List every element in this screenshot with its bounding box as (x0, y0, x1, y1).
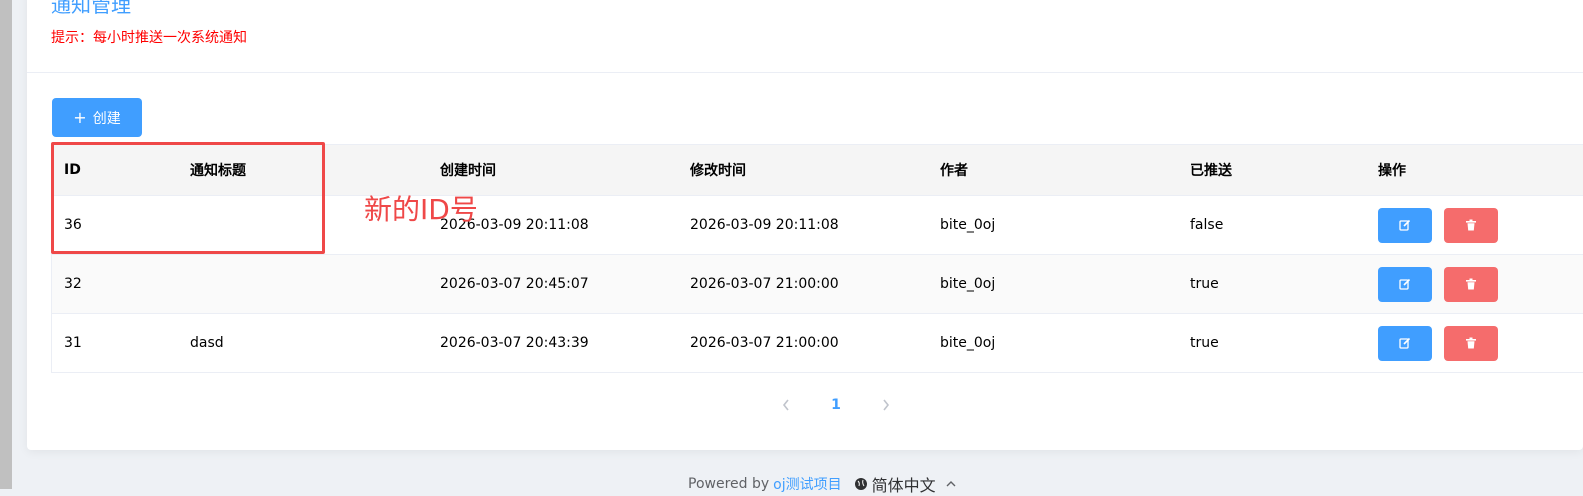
cell-id: 32 (64, 276, 82, 292)
edit-button[interactable] (1378, 266, 1432, 302)
cell-modified: 2026-03-07 21:00:00 (690, 335, 839, 351)
delete-button[interactable] (1444, 266, 1498, 302)
cell-author: bite_0oj (940, 217, 996, 233)
cell-created: 2026-03-07 20:43:39 (440, 335, 589, 351)
powered-by-text: Powered by (688, 476, 770, 492)
cell-id: 36 (64, 217, 82, 233)
table-row: 32 2026-03-07 20:45:07 2026-03-07 21:00:… (52, 255, 1583, 314)
col-header-id: ID (64, 162, 81, 178)
push-hint: 提示：每小时推送一次系统通知 (51, 30, 247, 46)
next-page-button[interactable] (876, 395, 896, 415)
cell-title: dasd (190, 335, 224, 351)
chevron-up-icon[interactable] (946, 480, 956, 488)
trash-icon (1466, 337, 1476, 349)
edit-icon (1399, 337, 1411, 349)
col-header-created: 创建时间 (440, 163, 496, 179)
col-header-pushed: 已推送 (1190, 163, 1232, 179)
prev-page-button[interactable] (776, 395, 796, 415)
edit-button[interactable] (1378, 325, 1432, 361)
edit-icon (1399, 219, 1411, 231)
col-header-modified: 修改时间 (690, 163, 746, 179)
cell-pushed: false (1190, 217, 1224, 233)
cell-author: bite_0oj (940, 276, 996, 292)
cell-modified: 2026-03-07 21:00:00 (690, 276, 839, 292)
cell-modified: 2026-03-09 20:11:08 (690, 217, 839, 233)
cell-id: 31 (64, 335, 82, 351)
edit-button[interactable] (1378, 207, 1432, 243)
cell-pushed: true (1190, 276, 1219, 292)
project-link[interactable]: oj测试项目 (773, 474, 841, 494)
trash-icon (1466, 278, 1476, 290)
page-number[interactable]: 1 (831, 397, 841, 413)
notice-table: ID 通知标题 创建时间 修改时间 作者 已推送 操作 36 2026-03-0… (52, 144, 1583, 373)
table-row: 36 2026-03-09 20:11:08 2026-03-09 20:11:… (52, 196, 1583, 255)
left-edge-bar (0, 0, 12, 489)
page-title: 通知管理 (51, 0, 131, 17)
cell-created: 2026-03-07 20:45:07 (440, 276, 589, 292)
cell-actions (1378, 314, 1510, 372)
create-button-label: 创建 (92, 110, 121, 127)
chevron-left-icon (782, 399, 789, 411)
delete-button[interactable] (1444, 207, 1498, 243)
col-header-title: 通知标题 (190, 163, 246, 179)
pagination: 1 (776, 394, 896, 416)
chevron-right-icon (883, 399, 890, 411)
table-row: 31 dasd 2026-03-07 20:43:39 2026-03-07 2… (52, 314, 1583, 373)
trash-icon (1466, 219, 1476, 231)
annotation-label: 新的ID号 (364, 193, 478, 226)
col-header-author: 作者 (940, 163, 968, 179)
table-header: ID 通知标题 创建时间 修改时间 作者 已推送 操作 (52, 144, 1583, 196)
header-divider (27, 72, 1583, 73)
footer: Powered by oj测试项目 简体中文 (688, 472, 956, 496)
delete-button[interactable] (1444, 325, 1498, 361)
language-selector[interactable]: 简体中文 (872, 472, 936, 496)
edit-icon (1399, 278, 1411, 290)
cell-author: bite_0oj (940, 335, 996, 351)
plus-icon: + (73, 107, 87, 127)
create-button[interactable]: + 创建 (52, 98, 142, 137)
col-header-actions: 操作 (1378, 163, 1406, 179)
cell-actions (1378, 196, 1510, 254)
cell-pushed: true (1190, 335, 1219, 351)
cell-actions (1378, 255, 1510, 313)
